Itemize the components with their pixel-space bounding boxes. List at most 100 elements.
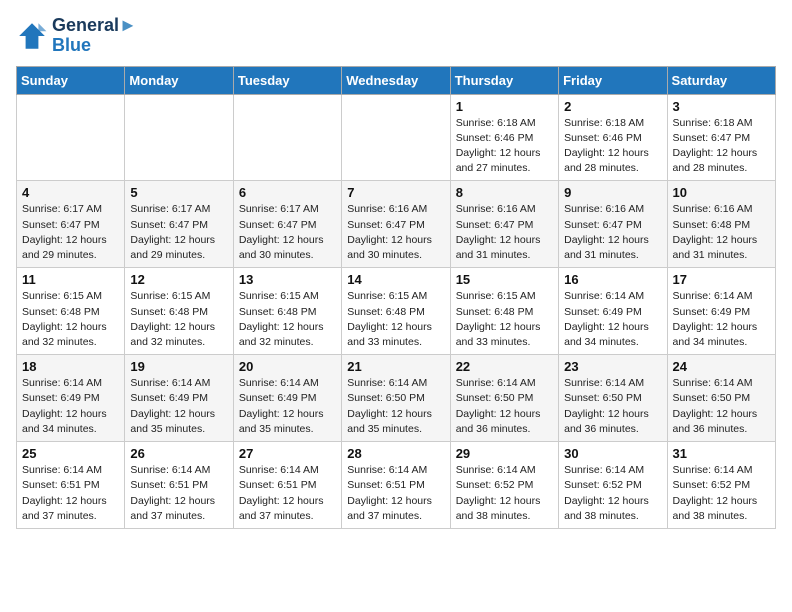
day-cell: 6 Sunrise: 6:17 AMSunset: 6:47 PMDaylight…: [233, 181, 341, 268]
day-cell: 18 Sunrise: 6:14 AMSunset: 6:49 PMDayligh…: [17, 355, 125, 442]
day-number: 14: [347, 272, 444, 287]
page-header: General► Blue: [16, 16, 776, 56]
day-cell: 4 Sunrise: 6:17 AMSunset: 6:47 PMDaylight…: [17, 181, 125, 268]
day-cell: 9 Sunrise: 6:16 AMSunset: 6:47 PMDaylight…: [559, 181, 667, 268]
day-cell: 28Sunrise: 6:14 AMSunset: 6:51 PMDayligh…: [342, 442, 450, 529]
day-cell: 10 Sunrise: 6:16 AMSunset: 6:48 PMDayligh…: [667, 181, 775, 268]
day-info: Sunrise: 6:14 AMSunset: 6:50 PMDaylight:…: [456, 376, 553, 437]
day-number: 1: [456, 99, 553, 114]
day-cell: 31 Sunrise: 6:14 AMSunset: 6:52 PMDayligh…: [667, 442, 775, 529]
day-info: Sunrise: 6:15 AMSunset: 6:48 PMDaylight:…: [347, 289, 444, 350]
day-info: Sunrise: 6:17 AMSunset: 6:47 PMDaylight:…: [22, 202, 119, 263]
day-info: Sunrise: 6:16 AMSunset: 6:48 PMDaylight:…: [673, 202, 770, 263]
day-cell: [125, 94, 233, 181]
day-number: 19: [130, 359, 227, 374]
day-number: 25: [22, 446, 119, 461]
day-info: Sunrise: 6:17 AMSunset: 6:47 PMDaylight:…: [239, 202, 336, 263]
day-info: Sunrise: 6:16 AMSunset: 6:47 PMDaylight:…: [456, 202, 553, 263]
day-number: 9: [564, 185, 661, 200]
day-info: Sunrise: 6:14 AMSunset: 6:50 PMDaylight:…: [564, 376, 661, 437]
week-row-1: 1 Sunrise: 6:18 AMSunset: 6:46 PMDaylight…: [17, 94, 776, 181]
weekday-header-saturday: Saturday: [667, 66, 775, 94]
day-number: 28: [347, 446, 444, 461]
day-number: 3: [673, 99, 770, 114]
day-cell: 17Sunrise: 6:14 AMSunset: 6:49 PMDayligh…: [667, 268, 775, 355]
day-info: Sunrise: 6:16 AMSunset: 6:47 PMDaylight:…: [564, 202, 661, 263]
day-info: Sunrise: 6:18 AMSunset: 6:46 PMDaylight:…: [564, 116, 661, 177]
day-cell: 15Sunrise: 6:15 AMSunset: 6:48 PMDayligh…: [450, 268, 558, 355]
day-info: Sunrise: 6:14 AMSunset: 6:51 PMDaylight:…: [130, 463, 227, 524]
day-cell: 8 Sunrise: 6:16 AMSunset: 6:47 PMDaylight…: [450, 181, 558, 268]
day-cell: 30Sunrise: 6:14 AMSunset: 6:52 PMDayligh…: [559, 442, 667, 529]
day-info: Sunrise: 6:15 AMSunset: 6:48 PMDaylight:…: [456, 289, 553, 350]
day-info: Sunrise: 6:17 AMSunset: 6:47 PMDaylight:…: [130, 202, 227, 263]
day-cell: 25 Sunrise: 6:14 AMSunset: 6:51 PMDayligh…: [17, 442, 125, 529]
day-cell: 29Sunrise: 6:14 AMSunset: 6:52 PMDayligh…: [450, 442, 558, 529]
weekday-header-sunday: Sunday: [17, 66, 125, 94]
day-cell: [17, 94, 125, 181]
day-info: Sunrise: 6:14 AMSunset: 6:50 PMDaylight:…: [347, 376, 444, 437]
weekday-header-tuesday: Tuesday: [233, 66, 341, 94]
day-cell: 27Sunrise: 6:14 AMSunset: 6:51 PMDayligh…: [233, 442, 341, 529]
week-row-3: 11 Sunrise: 6:15 AMSunset: 6:48 PMDayligh…: [17, 268, 776, 355]
day-info: Sunrise: 6:15 AMSunset: 6:48 PMDaylight:…: [130, 289, 227, 350]
weekday-header-friday: Friday: [559, 66, 667, 94]
day-info: Sunrise: 6:16 AMSunset: 6:47 PMDaylight:…: [347, 202, 444, 263]
day-number: 6: [239, 185, 336, 200]
weekday-header-thursday: Thursday: [450, 66, 558, 94]
day-cell: 1 Sunrise: 6:18 AMSunset: 6:46 PMDaylight…: [450, 94, 558, 181]
day-number: 21: [347, 359, 444, 374]
day-cell: 26 Sunrise: 6:14 AMSunset: 6:51 PMDayligh…: [125, 442, 233, 529]
week-row-2: 4 Sunrise: 6:17 AMSunset: 6:47 PMDaylight…: [17, 181, 776, 268]
day-info: Sunrise: 6:14 AMSunset: 6:49 PMDaylight:…: [130, 376, 227, 437]
day-number: 7: [347, 185, 444, 200]
day-info: Sunrise: 6:14 AMSunset: 6:49 PMDaylight:…: [22, 376, 119, 437]
day-number: 31: [673, 446, 770, 461]
day-number: 4: [22, 185, 119, 200]
day-cell: 22Sunrise: 6:14 AMSunset: 6:50 PMDayligh…: [450, 355, 558, 442]
day-number: 16: [564, 272, 661, 287]
day-info: Sunrise: 6:15 AMSunset: 6:48 PMDaylight:…: [239, 289, 336, 350]
day-number: 11: [22, 272, 119, 287]
week-row-5: 25 Sunrise: 6:14 AMSunset: 6:51 PMDayligh…: [17, 442, 776, 529]
day-info: Sunrise: 6:14 AMSunset: 6:49 PMDaylight:…: [239, 376, 336, 437]
day-number: 30: [564, 446, 661, 461]
day-cell: 14 Sunrise: 6:15 AMSunset: 6:48 PMDayligh…: [342, 268, 450, 355]
day-number: 18: [22, 359, 119, 374]
day-info: Sunrise: 6:14 AMSunset: 6:52 PMDaylight:…: [673, 463, 770, 524]
calendar-table: SundayMondayTuesdayWednesdayThursdayFrid…: [16, 66, 776, 529]
day-info: Sunrise: 6:14 AMSunset: 6:50 PMDaylight:…: [673, 376, 770, 437]
day-info: Sunrise: 6:18 AMSunset: 6:46 PMDaylight:…: [456, 116, 553, 177]
weekday-header-row: SundayMondayTuesdayWednesdayThursdayFrid…: [17, 66, 776, 94]
day-number: 20: [239, 359, 336, 374]
day-cell: 3 Sunrise: 6:18 AMSunset: 6:47 PMDaylight…: [667, 94, 775, 181]
weekday-header-monday: Monday: [125, 66, 233, 94]
day-number: 5: [130, 185, 227, 200]
day-info: Sunrise: 6:14 AMSunset: 6:51 PMDaylight:…: [22, 463, 119, 524]
day-cell: 13Sunrise: 6:15 AMSunset: 6:48 PMDayligh…: [233, 268, 341, 355]
day-cell: 24Sunrise: 6:14 AMSunset: 6:50 PMDayligh…: [667, 355, 775, 442]
day-number: 26: [130, 446, 227, 461]
day-cell: 16 Sunrise: 6:14 AMSunset: 6:49 PMDayligh…: [559, 268, 667, 355]
day-cell: 11 Sunrise: 6:15 AMSunset: 6:48 PMDayligh…: [17, 268, 125, 355]
day-number: 12: [130, 272, 227, 287]
day-cell: [233, 94, 341, 181]
day-cell: 21 Sunrise: 6:14 AMSunset: 6:50 PMDayligh…: [342, 355, 450, 442]
day-info: Sunrise: 6:14 AMSunset: 6:49 PMDaylight:…: [564, 289, 661, 350]
day-number: 10: [673, 185, 770, 200]
logo-text: General► Blue: [52, 16, 137, 56]
day-cell: [342, 94, 450, 181]
day-number: 8: [456, 185, 553, 200]
week-row-4: 18 Sunrise: 6:14 AMSunset: 6:49 PMDayligh…: [17, 355, 776, 442]
day-info: Sunrise: 6:18 AMSunset: 6:47 PMDaylight:…: [673, 116, 770, 177]
day-number: 2: [564, 99, 661, 114]
day-cell: 23Sunrise: 6:14 AMSunset: 6:50 PMDayligh…: [559, 355, 667, 442]
logo: General► Blue: [16, 16, 137, 56]
day-cell: 12 Sunrise: 6:15 AMSunset: 6:48 PMDayligh…: [125, 268, 233, 355]
day-info: Sunrise: 6:15 AMSunset: 6:48 PMDaylight:…: [22, 289, 119, 350]
day-number: 17: [673, 272, 770, 287]
logo-icon: [16, 20, 48, 52]
weekday-header-wednesday: Wednesday: [342, 66, 450, 94]
day-cell: 2 Sunrise: 6:18 AMSunset: 6:46 PMDaylight…: [559, 94, 667, 181]
day-cell: 19 Sunrise: 6:14 AMSunset: 6:49 PMDayligh…: [125, 355, 233, 442]
